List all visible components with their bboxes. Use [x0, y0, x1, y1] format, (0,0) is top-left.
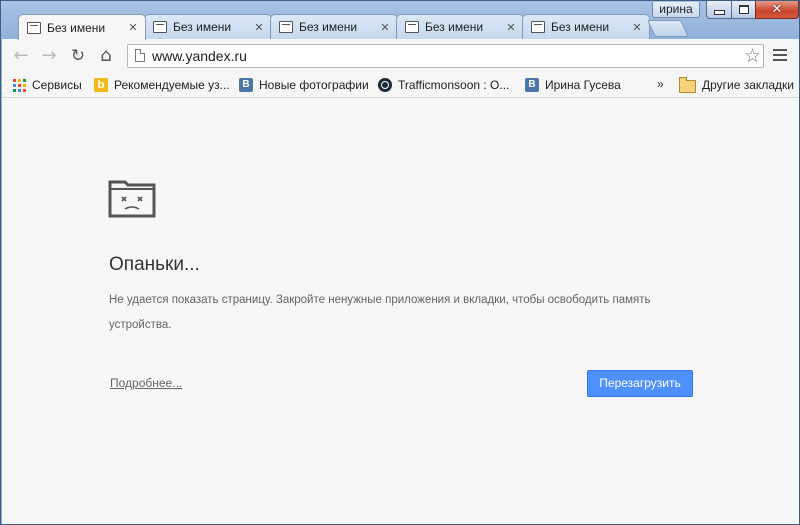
tab-2[interactable]: Без имени ✕: [144, 14, 272, 39]
tab-close-icon[interactable]: ✕: [378, 21, 392, 34]
error-message: Не удается показать страницу. Закройте н…: [109, 294, 651, 331]
bookmark-other-folder[interactable]: Другие закладки: [679, 76, 794, 93]
sad-page-icon: [27, 21, 41, 34]
error-page: Опаньки... Не удается показать страницу.…: [2, 98, 799, 524]
tab-close-icon[interactable]: ✕: [630, 21, 644, 34]
toolbar: ← → ↻ ⌂ www.yandex.ru ☆: [2, 39, 799, 74]
url-text[interactable]: www.yandex.ru: [152, 48, 247, 64]
bookmark-label: Сервисы: [32, 78, 82, 92]
maximize-icon: [738, 5, 749, 14]
hamburger-icon-line: [773, 59, 787, 61]
trafficmonsoon-icon: [378, 78, 392, 92]
forward-button[interactable]: →: [39, 46, 59, 66]
tab-title: Без имени: [551, 20, 610, 34]
bookmark-trafficmonsoon[interactable]: Trafficmonsoon : O...: [378, 77, 509, 93]
back-button[interactable]: ←: [11, 46, 31, 66]
bookmark-label: Рекомендуемые уз...: [114, 78, 230, 92]
bookmark-label: Другие закладки: [702, 78, 794, 92]
close-icon: ✕: [771, 2, 783, 17]
hamburger-icon-line: [773, 54, 787, 56]
tab-title: Без имени: [425, 20, 484, 34]
error-title: Опаньки...: [109, 254, 200, 275]
vk-icon: В: [239, 78, 253, 92]
page-icon: [135, 49, 145, 62]
apps-icon: [13, 78, 26, 92]
reload-button[interactable]: ↻: [68, 46, 88, 66]
bookmarks-overflow-chevron[interactable]: »: [657, 77, 664, 91]
bookmark-recommended[interactable]: b Рекомендуемые уз...: [94, 77, 230, 93]
tab-title: Без имени: [173, 20, 232, 34]
bookmark-label: Новые фотографии: [259, 78, 369, 92]
bing-icon: b: [94, 78, 108, 92]
sad-page-icon: [279, 21, 293, 33]
sad-page-icon: [405, 21, 419, 33]
details-link[interactable]: Подробнее...: [110, 376, 182, 390]
folder-icon: [679, 76, 696, 93]
menu-button[interactable]: [773, 49, 787, 64]
reload-page-button[interactable]: Перезагрузить: [587, 370, 693, 397]
tab-strip: Без имени ✕ Без имени ✕ Без имени ✕ Без …: [1, 1, 800, 40]
bookmark-services[interactable]: Сервисы: [13, 77, 82, 93]
tab-close-icon[interactable]: ✕: [504, 21, 518, 34]
browser-window: Без имени ✕ Без имени ✕ Без имени ✕ Без …: [0, 0, 800, 525]
tab-title: Без имени: [47, 20, 106, 35]
home-button[interactable]: ⌂: [96, 46, 116, 66]
minimize-button[interactable]: [706, 1, 732, 19]
address-bar[interactable]: www.yandex.ru ☆: [127, 44, 764, 68]
maximize-button[interactable]: [731, 1, 756, 19]
tab-close-icon[interactable]: ✕: [126, 21, 140, 34]
tab-3[interactable]: Без имени ✕: [270, 14, 398, 39]
vk-icon: В: [525, 78, 539, 92]
bookmark-star-icon[interactable]: ☆: [744, 45, 761, 67]
bookmark-irina[interactable]: В Ирина Гусева: [525, 77, 621, 93]
bookmark-new-photos[interactable]: В Новые фотографии: [239, 77, 369, 93]
bookmark-label: Trafficmonsoon : O...: [398, 78, 510, 92]
minimize-icon: [713, 9, 725, 15]
profile-button[interactable]: ирина: [652, 2, 700, 18]
tab-1[interactable]: Без имени ✕: [18, 14, 146, 40]
tab-5[interactable]: Без имени ✕: [522, 14, 650, 39]
sad-page-icon: [531, 21, 545, 33]
new-tab-button[interactable]: [647, 20, 689, 37]
tab-title: Без имени: [299, 20, 358, 34]
tab-4[interactable]: Без имени ✕: [396, 14, 524, 39]
tab-close-icon[interactable]: ✕: [252, 21, 266, 34]
close-window-button[interactable]: ✕: [755, 1, 799, 19]
bookmarks-bar: Сервисы b Рекомендуемые уз... В Новые фо…: [2, 73, 799, 98]
sad-page-icon: [153, 21, 167, 33]
bookmark-label: Ирина Гусева: [545, 78, 621, 92]
hamburger-icon-line: [773, 49, 787, 51]
sad-folder-icon: [108, 180, 156, 218]
